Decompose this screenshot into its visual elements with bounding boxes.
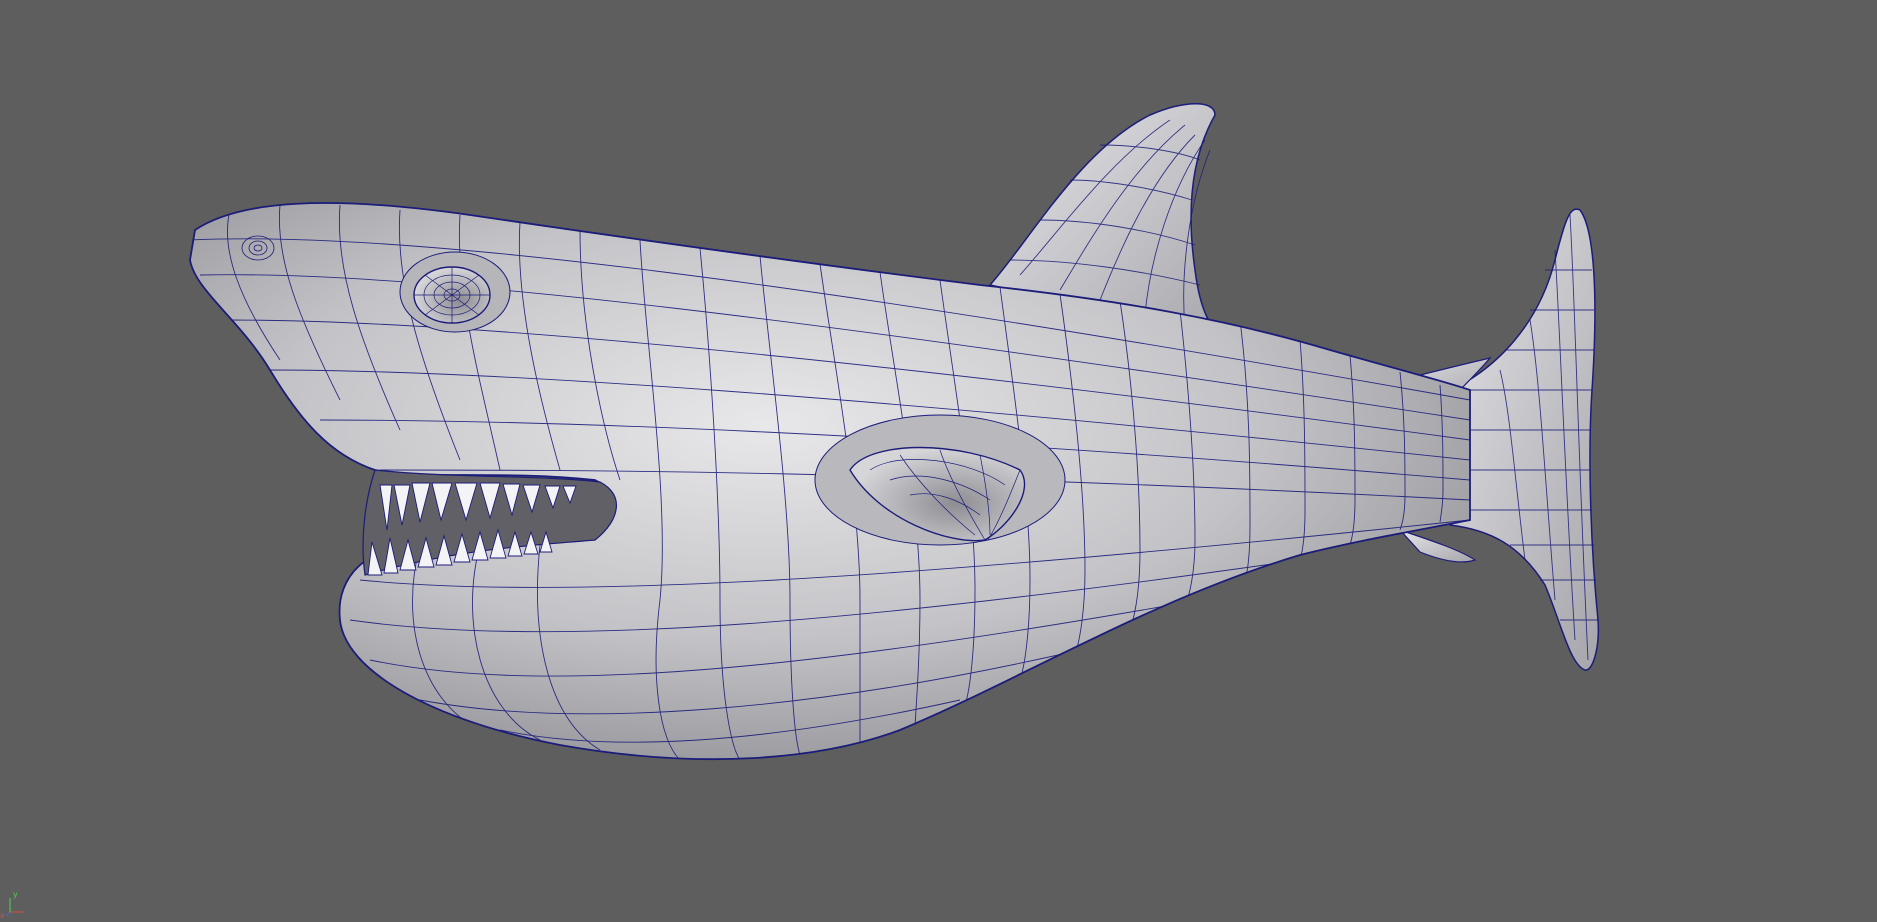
3d-viewport[interactable]: x y — [0, 0, 1877, 922]
axis-labels: x y — [0, 890, 30, 920]
gill-pit — [814, 414, 1066, 546]
axis-x-label: x — [0, 911, 5, 920]
shark-eye — [399, 251, 511, 333]
rear-anal-fin — [1398, 528, 1477, 563]
shark-model[interactable] — [0, 0, 1877, 922]
axis-y-label: y — [13, 890, 18, 899]
